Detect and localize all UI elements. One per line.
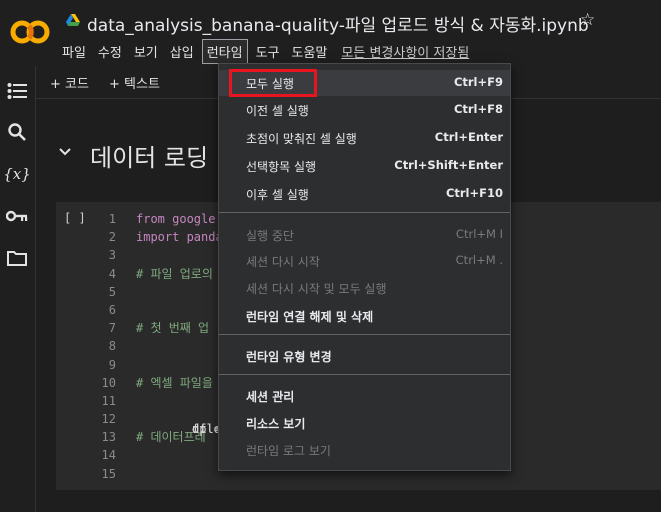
menu-item-label: 선택항목 실행 [246,160,317,174]
menu-file[interactable]: 파일 [58,40,90,63]
colab-logo[interactable] [10,18,50,46]
menu-item-manage-sessions[interactable]: 세션 관리 [219,383,510,409]
code-text: from google. [136,212,223,226]
code-line[interactable]: 5uploaded = f [96,283,279,436]
menu-view[interactable]: 보기 [130,40,162,63]
menu-runtime[interactable]: 런타임 [201,38,248,64]
menu-item-shortcut: Ctrl+Shift+Enter [394,158,503,172]
star-icon[interactable]: ☆ [580,10,595,30]
line-number: 12 [101,412,116,427]
code-line[interactable]: 10 # 엑셀 파일을 [96,374,223,392]
code-line[interactable]: 7 # 첫 번째 업 [96,319,223,337]
menu-item-restart-and-run-all: 세션 다시 시작 및 모두 실행 [219,275,510,301]
top-bar: data_analysis_banana-quality-파일 업로드 방식 &… [0,0,661,66]
line-number: 9 [108,357,116,372]
menu-item-label: 세션 다시 시작 및 모두 실행 [246,282,387,296]
add-text-button[interactable]: + 텍스트 [109,73,160,92]
line-number: 2 [108,230,116,245]
code-text: import panda [136,230,223,245]
menu-item-label: 이후 셀 실행 [246,188,309,202]
menu-item-label: 리소스 보기 [246,417,306,431]
line-number: 3 [108,248,116,263]
line-number: 6 [108,302,116,317]
menu-item-run-all[interactable]: 모두 실행 Ctrl+F9 [219,69,510,97]
menu-item-label: 런타임 유형 변경 [246,350,332,364]
line-number: 7 [108,321,116,336]
menu-item-label: 런타임 로그 보기 [246,444,331,458]
cell-run-indicator[interactable]: [ ] [64,211,86,225]
section-collapse-chevron-icon[interactable] [58,145,72,161]
menu-help[interactable]: 도움말 [288,40,332,63]
code-line[interactable]: 9 [96,356,223,374]
menu-item-shortcut: Ctrl+M I [455,227,503,241]
menu-item-disconnect-and-delete-runtime[interactable]: 런타임 연결 해제 및 삭제 [219,303,510,329]
save-status-link[interactable]: 모든 변경사항이 저장됨 [341,40,469,63]
menu-divider [219,212,510,213]
variables-icon[interactable]: {x} [3,163,31,185]
notebook-title[interactable]: data_analysis_banana-quality-파일 업로드 방식 &… [87,11,589,36]
menu-divider [219,374,510,375]
add-code-button[interactable]: + 코드 [50,73,89,92]
line-number: 11 [101,393,116,408]
menu-item-change-runtime-type[interactable]: 런타임 유형 변경 [219,343,510,369]
code-line[interactable]: 8filename = n [96,337,279,436]
section-heading: 데이터 로딩 [90,144,209,172]
line-number: 14 [101,448,116,463]
line-number: 5 [108,284,116,299]
code-line[interactable]: 6 [96,301,223,319]
code-line[interactable]: 15 [96,465,223,483]
menu-item-label: 실행 중단 [246,229,294,243]
menu-item-label: 초점이 맞춰진 셀 실행 [246,132,357,146]
menu-insert[interactable]: 삽입 [166,40,198,63]
search-icon[interactable] [6,121,28,143]
line-number: 4 [108,266,116,281]
code-text: # 엑셀 파일을 [136,375,213,390]
menu-item-view-resources[interactable]: 리소스 보기 [219,410,510,436]
menu-item-interrupt-execution: 실행 중단 Ctrl+M I [219,222,510,248]
menu-item-run-selection[interactable]: 선택항목 실행 Ctrl+Shift+Enter [219,153,510,179]
code-text: # 첫 번째 업 [136,321,210,336]
menu-item-label: 이전 셀 실행 [246,104,309,118]
menu-bar: 파일 수정 보기 삽입 런타임 도구 도움말 모든 변경사항이 저장됨 [58,38,469,64]
code-line[interactable]: 14 df [96,422,223,464]
menu-edit[interactable]: 수정 [94,40,126,63]
code-editor[interactable]: 1 from google. 2 import panda 3 4 # 파일 업로의 5upl… [96,210,279,483]
google-drive-icon[interactable] [66,14,80,27]
files-folder-icon[interactable] [6,247,28,269]
red-highlight-box [229,69,317,97]
secrets-key-icon[interactable] [6,205,28,227]
line-number: 10 [101,375,116,390]
code-line[interactable]: 2 import panda [96,228,223,246]
menu-item-restart-session: 세션 다시 시작 Ctrl+M . [219,248,510,274]
menu-item-run-focused-cell[interactable]: 초점이 맞춰진 셀 실행 Ctrl+Enter [219,125,510,151]
menu-item-shortcut: Ctrl+F8 [453,102,503,116]
menu-item-shortcut: Ctrl+Enter [434,130,503,144]
line-number: 8 [108,339,116,354]
menu-item-label: 세션 다시 시작 [246,255,320,269]
left-sidebar: {x} [0,66,36,512]
code-text: df [192,422,207,436]
menu-item-view-runtime-logs: 런타임 로그 보기 [219,437,510,463]
menu-item-shortcut: Ctrl+F9 [453,75,503,89]
menu-item-label: 세션 관리 [246,390,295,404]
code-line[interactable]: 4 # 파일 업로의 [96,265,223,283]
menu-divider [219,334,510,335]
line-number: 1 [108,212,116,226]
code-line[interactable]: 11df = pd.read [96,392,279,436]
line-number: 13 [101,430,116,445]
menu-tools[interactable]: 도구 [252,40,284,63]
toc-icon[interactable] [6,80,28,102]
menu-item-run-after[interactable]: 이후 셀 실행 Ctrl+F10 [219,181,510,207]
menu-item-shortcut: Ctrl+F10 [445,186,503,200]
line-number: 15 [101,466,116,481]
menu-item-run-before[interactable]: 이전 셀 실행 Ctrl+F8 [219,97,510,123]
code-line[interactable]: 3 [96,246,223,264]
runtime-menu-dropdown: 모두 실행 Ctrl+F9 이전 셀 실행 Ctrl+F8 초점이 맞춰진 셀 실행 Ct… [218,63,511,471]
code-line[interactable]: 1 from google. [96,210,223,228]
code-text: # 파일 업로의 [136,266,213,281]
menu-item-label: 런타임 연결 해제 및 삭제 [246,310,374,324]
menu-item-shortcut: Ctrl+M . [455,253,503,267]
